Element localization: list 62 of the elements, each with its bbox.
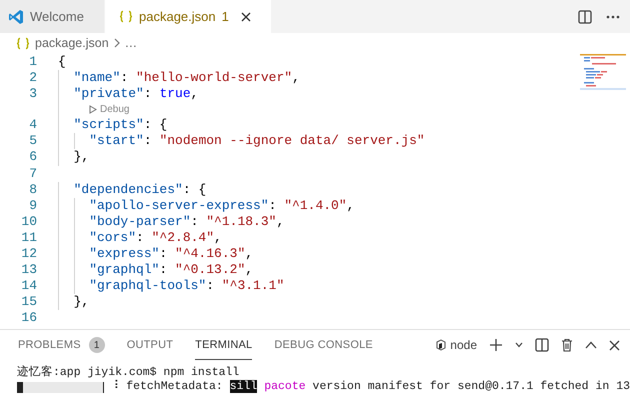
line-number: 9 (28, 198, 37, 214)
problem-count: 1 (222, 9, 229, 24)
chevron-down-icon[interactable] (515, 342, 523, 348)
terminal-line: 迹忆客:app jiyik.com$ npm install (17, 366, 240, 380)
code-line: "graphql": "^0.13.2", (88, 262, 254, 278)
editor-tab[interactable]: package.json 1 (105, 0, 272, 33)
code-line: "private": true, (72, 86, 198, 102)
breadcrumb-item[interactable]: package.json (35, 36, 109, 50)
panel-tab[interactable]: OUTPUT (126, 330, 174, 360)
panel-tab[interactable]: TERMINAL (195, 330, 252, 360)
line-number: 5 (28, 133, 37, 150)
code-line: { (58, 54, 66, 70)
line-number: 8 (28, 182, 37, 198)
line-number: 14 (20, 278, 37, 294)
breadcrumb-item[interactable]: … (124, 36, 138, 50)
split-terminal-icon[interactable] (535, 338, 549, 352)
line-number: 7 (28, 166, 37, 182)
split-editor-icon[interactable] (578, 10, 592, 24)
braces-icon (119, 10, 133, 23)
line-number: 6 (28, 149, 37, 166)
count-badge: 1 (88, 337, 105, 353)
tab-label: package.json (139, 9, 216, 24)
terminal-selector[interactable]: node (435, 338, 477, 352)
line-number: 16 (20, 310, 37, 326)
line-number: 4 (28, 117, 37, 134)
code-line: "apollo-server-express": "^1.4.0", (88, 198, 354, 214)
tab-label: Welcome (30, 9, 84, 24)
debug-codelens[interactable]: Debug (89, 102, 130, 118)
line-number: 10 (20, 214, 37, 230)
line-number: 13 (20, 262, 37, 278)
line-number: 2 (28, 70, 37, 86)
line-number: 15 (20, 294, 37, 310)
braces-icon (16, 36, 30, 50)
panel-tab[interactable]: DEBUG CONSOLE (274, 330, 373, 360)
code-line: "scripts": { (72, 117, 168, 134)
close-icon (240, 12, 251, 22)
code-line: "graphql-tools": "^3.1.1" (88, 278, 284, 294)
play-icon (89, 105, 97, 114)
code-line: "name": "hello-world-server", (72, 70, 300, 86)
close-icon[interactable] (609, 340, 620, 350)
terminal-icon (435, 339, 446, 351)
code-line: "cors": "^2.8.4", (88, 230, 222, 246)
chevron-up-icon[interactable] (585, 341, 597, 349)
add-icon[interactable] (489, 338, 503, 352)
code-line: "express": "^4.16.3", (88, 246, 254, 262)
panel-tab[interactable]: PROBLEMS 1 (18, 330, 105, 360)
more-actions-icon[interactable] (606, 14, 620, 18)
line-number: 3 (28, 86, 37, 102)
code-line: }, (72, 294, 90, 310)
code-line: "start": "nodemon --ignore data/ server.js" (88, 133, 425, 150)
minimap-drawing[interactable] (580, 54, 626, 90)
line-number: 11 (20, 230, 37, 246)
code-line: }, (72, 149, 90, 166)
code-line: "body-parser": "^1.18.3", (88, 214, 284, 230)
code-line: "dependencies": { (72, 182, 206, 198)
trash-icon[interactable] (561, 338, 573, 352)
chevron-right-icon (114, 38, 120, 48)
line-number: 12 (20, 246, 37, 262)
line-number: 1 (28, 54, 37, 70)
editor-tab[interactable]: Welcome (0, 0, 105, 33)
vscode-logo-icon (8, 8, 24, 24)
terminal-line: ⠸ fetchMetadata: sill pacote version manifest for send@0.17.1 fetched in 13 (110, 380, 630, 394)
